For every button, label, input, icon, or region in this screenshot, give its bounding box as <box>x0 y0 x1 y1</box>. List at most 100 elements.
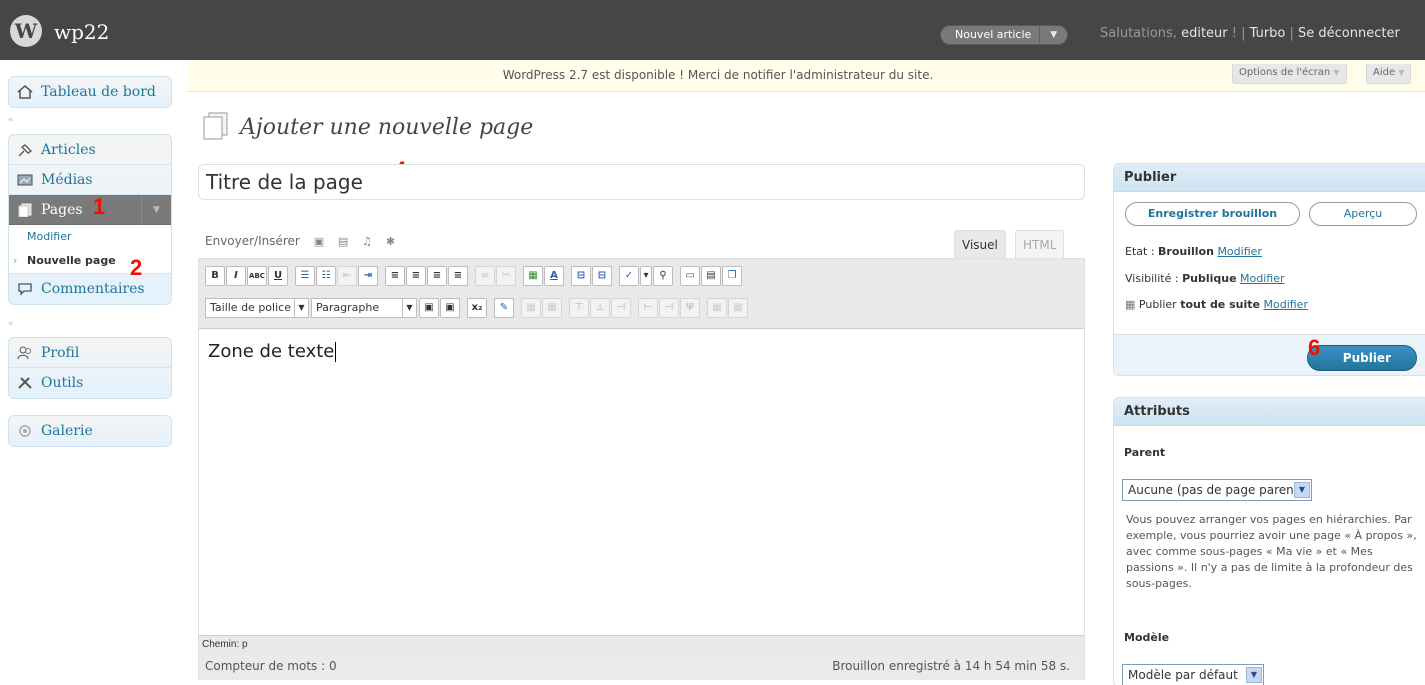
sidebar-item-medias[interactable]: Médias <box>9 165 171 195</box>
menu-group-gallery: Galerie <box>8 415 172 447</box>
pushpin-icon <box>18 144 33 157</box>
search-icon[interactable]: ⚲ <box>653 266 673 286</box>
page-break-icon[interactable]: ⊟ <box>592 266 612 286</box>
align-right-icon[interactable]: ≡ <box>427 266 447 286</box>
chevron-down-icon[interactable]: ▼ <box>1039 26 1067 44</box>
font-size-select[interactable]: Taille de police ▼ <box>205 298 309 318</box>
merge-cells-icon[interactable]: ▦ <box>707 298 727 318</box>
chevron-down-icon[interactable]: ▾ <box>640 266 652 286</box>
more-tag-icon[interactable]: ⊟ <box>571 266 591 286</box>
edit-css-icon[interactable]: ✎ <box>494 298 514 318</box>
italic-icon[interactable]: I <box>226 266 246 286</box>
link-icon[interactable]: ∞ <box>475 266 495 286</box>
text-color-icon[interactable]: A <box>544 266 564 286</box>
edit-schedule-link[interactable]: Modifier <box>1263 298 1307 311</box>
sidebar-item-dashboard[interactable]: Tableau de bord <box>9 77 171 107</box>
spellcheck-icon[interactable]: ✓ <box>619 266 639 286</box>
delete-col-icon[interactable]: Ψ <box>680 298 700 318</box>
sidebar-item-label: Outils <box>41 375 84 391</box>
calendar-icon: ▦ <box>1125 298 1136 311</box>
word-count: Compteur de mots : 0 <box>205 659 337 673</box>
table-props-icon[interactable]: ▦ <box>542 298 562 318</box>
sidebar-item-comments[interactable]: Commentaires <box>9 274 171 304</box>
submenu-item-edit[interactable]: Modifier <box>9 225 171 249</box>
add-video-icon[interactable]: ▤ <box>338 235 348 248</box>
sidebar-item-pages[interactable]: Pages ▼ <box>9 195 171 225</box>
tab-html[interactable]: HTML <box>1015 230 1065 258</box>
site-title[interactable]: wp22 <box>54 20 109 44</box>
table-icon[interactable]: ▦ <box>521 298 541 318</box>
bullet-list-icon[interactable]: ☰ <box>295 266 315 286</box>
status-row: Etat : Brouillon Modifier <box>1125 245 1262 258</box>
edit-status-link[interactable]: Modifier <box>1217 245 1261 258</box>
paste-text-icon[interactable]: ▣ <box>419 298 439 318</box>
col-before-icon[interactable]: ⊢ <box>638 298 658 318</box>
align-center-icon[interactable]: ≡ <box>406 266 426 286</box>
sidebar-item-articles[interactable]: Articles <box>9 135 171 165</box>
format-select[interactable]: Paragraphe ▼ <box>311 298 417 318</box>
row-before-icon[interactable]: ⊤ <box>569 298 589 318</box>
chevron-down-icon: ▼ <box>1333 68 1340 77</box>
add-media-icon[interactable]: ✱ <box>386 235 395 248</box>
publish-box-title[interactable]: Publier <box>1114 164 1425 192</box>
menu-separator[interactable]: « <box>8 116 172 125</box>
publish-button[interactable]: Publier <box>1307 345 1417 371</box>
sidebar-item-label: Pages <box>41 202 83 218</box>
attributes-box-title[interactable]: Attributs <box>1114 398 1425 426</box>
menu-group-users: Profil Outils <box>8 337 172 399</box>
content-text: Zone de texte <box>208 341 335 362</box>
numbered-list-icon[interactable]: ☷ <box>316 266 336 286</box>
visibility-value: Publique <box>1182 272 1237 285</box>
split-cells-icon[interactable]: ▦ <box>728 298 748 318</box>
sidebar-item-gallery[interactable]: Galerie <box>9 416 171 446</box>
menu-separator[interactable]: « <box>8 320 172 329</box>
strikethrough-icon[interactable]: ABC <box>247 266 267 286</box>
help-button[interactable]: Aide ▼ <box>1366 64 1412 84</box>
indent-icon[interactable]: ⇥ <box>358 266 378 286</box>
add-image-icon[interactable]: ▣ <box>314 235 324 248</box>
tab-visual[interactable]: Visuel <box>954 230 1006 258</box>
admin-header: W wp22 Nouvel article ▼ Salutations, edi… <box>0 0 1425 60</box>
underline-icon[interactable]: U <box>268 266 288 286</box>
insert-image-icon[interactable]: ▦ <box>523 266 543 286</box>
annotation-number: 6 <box>1308 335 1321 360</box>
subscript-icon[interactable]: x₂ <box>467 298 487 318</box>
preview-button[interactable]: Aperçu <box>1309 202 1417 226</box>
edit-visibility-link[interactable]: Modifier <box>1240 272 1284 285</box>
delete-row-icon[interactable]: ⊣ <box>611 298 631 318</box>
chevron-down-icon: ▼ <box>1294 482 1310 498</box>
align-justify-icon[interactable]: ≡ <box>448 266 468 286</box>
paste-word-icon[interactable]: ▣ <box>440 298 460 318</box>
paste-icon[interactable]: ❐ <box>722 266 742 286</box>
unlink-icon[interactable]: ✂ <box>496 266 516 286</box>
wordpress-logo-icon[interactable]: W <box>10 15 42 47</box>
page-title-input[interactable]: Titre de la page <box>198 164 1085 200</box>
format-select-value: Paragraphe <box>316 301 380 314</box>
add-audio-icon[interactable]: ♫ <box>362 235 372 248</box>
submenu-item-new-page[interactable]: Nouvelle page <box>9 249 171 273</box>
sidebar-item-tools[interactable]: Outils <box>9 368 171 398</box>
content-textarea[interactable]: Zone de texte <box>208 341 337 362</box>
align-left-icon[interactable]: ≡ <box>385 266 405 286</box>
fullscreen-icon[interactable]: ▭ <box>680 266 700 286</box>
logout-link[interactable]: Se déconnecter <box>1294 26 1400 41</box>
favorite-action-label[interactable]: Nouvel article <box>955 28 1031 41</box>
save-draft-button[interactable]: Enregistrer brouillon <box>1125 202 1300 226</box>
user-link[interactable]: editeur <box>1181 26 1228 41</box>
outdent-icon[interactable]: ⇤ <box>337 266 357 286</box>
screen-options-button[interactable]: Options de l'écran ▼ <box>1232 64 1347 84</box>
col-after-icon[interactable]: ⊣ <box>659 298 679 318</box>
favorite-actions-button[interactable]: Nouvel article ▼ <box>940 25 1069 45</box>
row-after-icon[interactable]: ⊥ <box>590 298 610 318</box>
template-select[interactable]: Modèle par défaut ▼ <box>1122 664 1264 685</box>
turbo-link[interactable]: Turbo <box>1245 26 1286 41</box>
sidebar-item-profile[interactable]: Profil <box>9 338 171 368</box>
chevron-down-icon[interactable]: ▼ <box>141 195 171 225</box>
autosave-status: Brouillon enregistré à 14 h 54 min 58 s. <box>832 659 1070 673</box>
greeting-end: ! | <box>1227 26 1246 41</box>
kitchen-sink-icon[interactable]: ▤ <box>701 266 721 286</box>
bold-icon[interactable]: B <box>205 266 225 286</box>
parent-select[interactable]: Aucune (pas de page parente) ▼ <box>1122 479 1312 501</box>
sidebar-item-label: Commentaires <box>41 281 145 297</box>
update-notice: WordPress 2.7 est disponible ! Merci de … <box>188 60 1425 92</box>
